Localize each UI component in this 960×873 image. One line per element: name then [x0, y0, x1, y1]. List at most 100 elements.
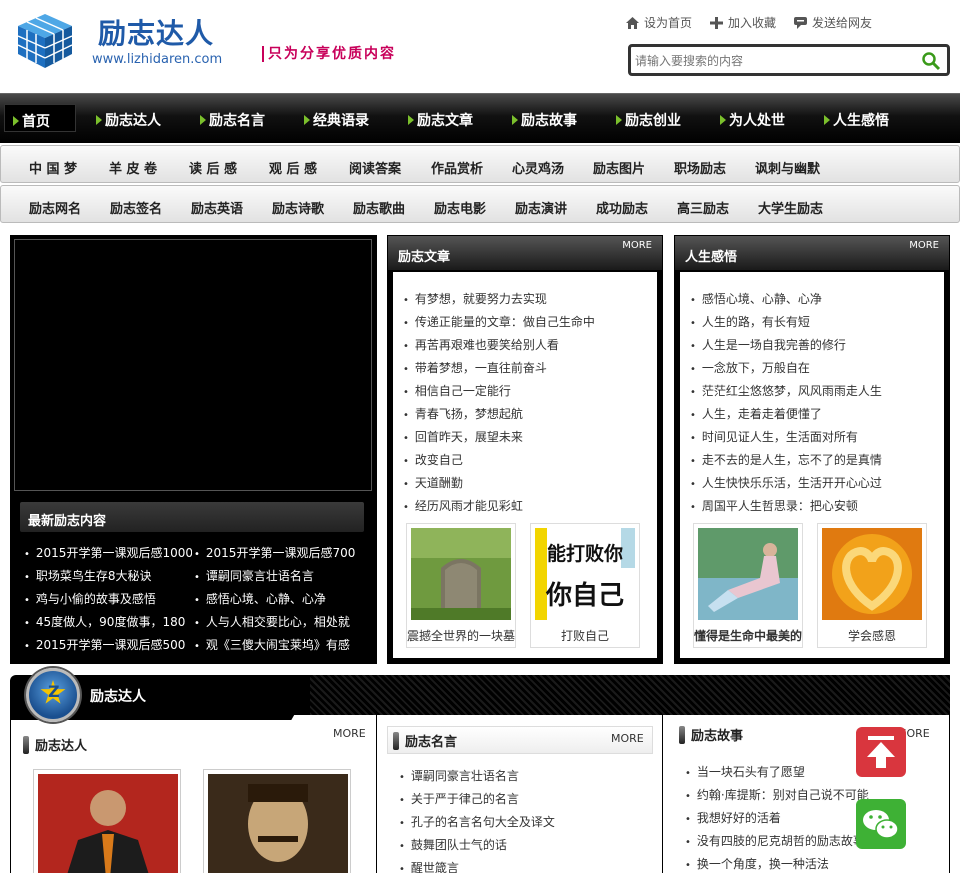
- list-item[interactable]: 我想好好的活着: [685, 810, 870, 826]
- nav-item-chushi[interactable]: 为人处世: [720, 110, 785, 130]
- list-item[interactable]: 2015开学第一课观后感500: [24, 637, 192, 653]
- subnav-link[interactable]: 励志签名: [110, 198, 162, 217]
- list-item[interactable]: 45度做人，90度做事，180: [24, 614, 192, 630]
- list-item[interactable]: 青春飞扬，梦想起航: [403, 406, 523, 422]
- list-item[interactable]: 再苦再艰难也要笑给别人看: [403, 337, 559, 353]
- subnav-link[interactable]: 阅读答案: [349, 158, 401, 177]
- list-item[interactable]: 醒世箴言: [399, 860, 459, 873]
- back-to-top-button[interactable]: [856, 727, 906, 777]
- articles-title: 励志文章: [398, 250, 451, 265]
- nav-home[interactable]: 首页: [4, 104, 76, 132]
- list-item[interactable]: 约翰·库提斯：别对自己说不可能: [685, 787, 870, 803]
- col-title-text: 励志名言: [405, 735, 458, 750]
- subnav-link[interactable]: 讽刺与幽默: [755, 158, 820, 177]
- list-item[interactable]: 人与人相交要比心，相处就: [194, 614, 364, 630]
- life-title: 人生感悟: [685, 250, 738, 265]
- life-thumb-woman[interactable]: 懂得是生命中最美的: [693, 523, 803, 648]
- subnav-link[interactable]: 心灵鸡汤: [512, 158, 564, 177]
- subnav-link[interactable]: 作品赏析: [431, 158, 483, 177]
- list-item[interactable]: 谭嗣同豪言壮语名言: [194, 568, 364, 584]
- subnav-link[interactable]: 羊 皮 卷: [109, 158, 157, 177]
- articles-more-link[interactable]: MORE: [622, 240, 652, 251]
- article-thumb-beat-yourself[interactable]: 能打败你 你自己 打败自己: [530, 523, 640, 648]
- subnav-link[interactable]: 励志歌曲: [353, 198, 405, 217]
- list-item[interactable]: 人生是一场自我完善的修行: [690, 337, 846, 353]
- arrow-icon: [720, 115, 726, 125]
- list-item[interactable]: 相信自己一定能行: [403, 383, 511, 399]
- slideshow-area[interactable]: [14, 239, 372, 491]
- nav-item-wenzhang[interactable]: 励志文章: [408, 110, 473, 130]
- list-item[interactable]: 时间见证人生，生活面对所有: [690, 429, 858, 445]
- list-item[interactable]: 带着梦想，一直往前奋斗: [403, 360, 547, 376]
- nav-item-chuangye[interactable]: 励志创业: [616, 110, 681, 130]
- list-item[interactable]: 换一个角度，换一种活法: [685, 856, 870, 872]
- subnav-link[interactable]: 励志诗歌: [272, 198, 324, 217]
- list-item[interactable]: 人生的路，有长有短: [690, 314, 810, 330]
- list-item[interactable]: 感悟心境、心静、心净: [690, 291, 822, 307]
- list-item[interactable]: 谭嗣同豪言壮语名言: [399, 768, 519, 784]
- list-item[interactable]: 当一块石头有了愿望: [685, 764, 870, 780]
- article-thumb-tomb[interactable]: 震撼全世界的一块墓: [406, 523, 516, 648]
- list-item[interactable]: 茫茫红尘悠悠梦，风风雨雨走人生: [690, 383, 882, 399]
- subnav-link[interactable]: 观 后 感: [269, 158, 317, 177]
- subnav-link[interactable]: 励志图片: [593, 158, 645, 177]
- site-logo[interactable]: 励志达人 www.lizhidaren.com: [14, 10, 254, 74]
- list-item[interactable]: 2015开学第一课观后感1000: [24, 545, 192, 561]
- send-to-friend-link[interactable]: 发送给网友: [794, 14, 872, 31]
- arrow-icon: [13, 116, 19, 126]
- wechat-button[interactable]: [856, 799, 906, 849]
- list-item[interactable]: 人生，走着走着便懂了: [690, 406, 822, 422]
- subnav-link[interactable]: 读 后 感: [189, 158, 237, 177]
- search-input[interactable]: [635, 49, 915, 73]
- list-item[interactable]: 职场菜鸟生存8大秘诀: [24, 568, 192, 584]
- col-more-link[interactable]: MORE: [333, 727, 366, 740]
- search-icon[interactable]: [921, 51, 941, 71]
- subnav-link[interactable]: 高三励志: [677, 198, 729, 217]
- articles-box: 励志文章 MORE 有梦想，就要努力去实现 传递正能量的文章：做自己生命中 再苦…: [387, 235, 663, 664]
- subnav-link[interactable]: 励志电影: [434, 198, 486, 217]
- nav-item-yulu[interactable]: 经典语录: [304, 110, 369, 130]
- nav-item-gushi[interactable]: 励志故事: [512, 110, 577, 130]
- subnav-link[interactable]: 大学生励志: [758, 198, 823, 217]
- list-item[interactable]: 传递正能量的文章：做自己生命中: [403, 314, 595, 330]
- list-item[interactable]: 鸡与小偷的故事及感悟: [24, 591, 192, 607]
- subnav-link[interactable]: 励志网名: [29, 198, 81, 217]
- nav-item-ganwu[interactable]: 人生感悟: [824, 110, 889, 130]
- list-item[interactable]: 人生快快乐乐活，生活开开心心过: [690, 475, 882, 491]
- list-item[interactable]: 2015开学第一课观后感700: [194, 545, 364, 561]
- portrait-luxun[interactable]: [203, 769, 351, 873]
- list-item[interactable]: 鼓舞团队士气的话: [399, 837, 507, 853]
- list-item[interactable]: 走不去的是人生，忘不了的是真情: [690, 452, 882, 468]
- plus-icon: [710, 16, 724, 29]
- subnav-link[interactable]: 中 国 梦: [29, 158, 77, 177]
- list-item[interactable]: 一念放下，万般自在: [690, 360, 810, 376]
- logo-cube-icon: [17, 14, 73, 68]
- list-item[interactable]: 改变自己: [403, 452, 463, 468]
- chat-icon: [794, 16, 808, 29]
- life-thumb-thanks[interactable]: 学会感恩: [817, 523, 927, 648]
- subnav-link[interactable]: 职场励志: [674, 158, 726, 177]
- life-body: 感悟心境、心静、心净 人生的路，有长有短 人生是一场自我完善的修行 一念放下，万…: [680, 272, 944, 658]
- add-favorite-link[interactable]: 加入收藏: [710, 14, 776, 31]
- list-item[interactable]: 没有四肢的尼克胡哲的励志故事: [685, 833, 870, 849]
- nav-item-label: 人生感悟: [833, 113, 889, 129]
- portrait-businessman[interactable]: [33, 769, 181, 873]
- list-item[interactable]: 有梦想，就要努力去实现: [403, 291, 547, 307]
- list-item[interactable]: 回首昨天，展望未来: [403, 429, 523, 445]
- list-item[interactable]: 感悟心境、心静、心净: [194, 591, 364, 607]
- life-more-link[interactable]: MORE: [909, 240, 939, 251]
- set-homepage-link[interactable]: 设为首页: [626, 14, 692, 31]
- list-item[interactable]: 观《三傻大闹宝莱坞》有感: [194, 637, 364, 653]
- nav-item-mingyan[interactable]: 励志名言: [200, 110, 265, 130]
- list-item[interactable]: 周国平人生哲思录：把心安顿: [690, 498, 858, 514]
- subnav-link[interactable]: 励志英语: [191, 198, 243, 217]
- list-item[interactable]: 经历风雨才能见彩虹: [403, 498, 523, 514]
- col-more-link[interactable]: MORE: [611, 732, 644, 745]
- subnav-link[interactable]: 成功励志: [596, 198, 648, 217]
- col-title: 励志达人: [23, 735, 87, 754]
- nav-item-lizhidaren[interactable]: 励志达人: [96, 110, 161, 130]
- list-item[interactable]: 天道酬勤: [403, 475, 463, 491]
- list-item[interactable]: 孔子的名言名句大全及译文: [399, 814, 555, 830]
- list-item[interactable]: 关于严于律己的名言: [399, 791, 519, 807]
- subnav-link[interactable]: 励志演讲: [515, 198, 567, 217]
